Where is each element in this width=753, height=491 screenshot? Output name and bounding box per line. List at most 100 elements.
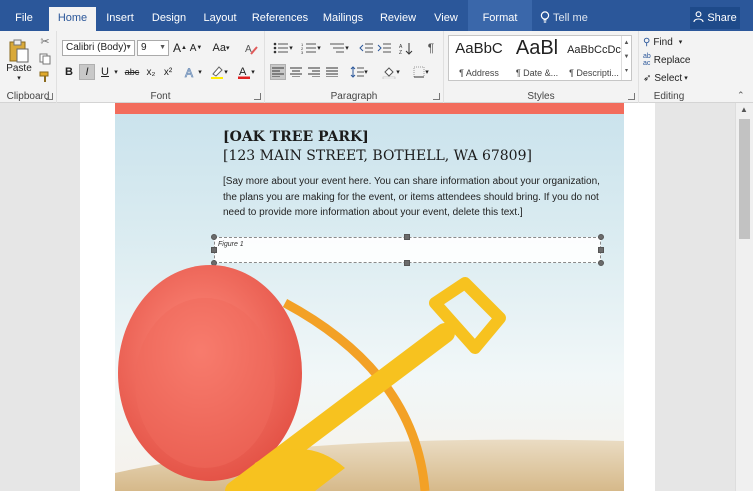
font-launcher-icon[interactable]: [254, 93, 261, 100]
person-icon: [693, 11, 704, 23]
subscript-button[interactable]: x₂: [143, 64, 159, 80]
styles-scroll[interactable]: ▲ ▼ ▾: [621, 36, 631, 80]
collapse-ribbon-icon[interactable]: ⌃: [737, 90, 745, 101]
paste-dropdown-icon: ▾: [17, 74, 21, 82]
ribbon-tab-bar: File Home Insert Design Layout Reference…: [0, 0, 753, 31]
paste-button[interactable]: Paste ▾: [3, 34, 35, 86]
resize-handle[interactable]: [211, 234, 217, 240]
cursor-icon: ➶: [643, 72, 652, 84]
tab-view[interactable]: View: [428, 0, 464, 31]
chevron-down-icon: ▼: [125, 44, 132, 51]
font-color-icon: A: [238, 66, 251, 79]
grow-font-button[interactable]: A ▲: [173, 40, 187, 56]
shrink-font-button[interactable]: A ▼: [189, 40, 203, 56]
clipboard-group: Paste ▾ ✂ Clipboard: [0, 31, 57, 103]
scroll-down-icon[interactable]: ▼: [622, 50, 631, 64]
svg-text:A: A: [239, 66, 247, 78]
tab-design[interactable]: Design: [148, 0, 190, 31]
align-center-button[interactable]: [288, 64, 304, 80]
replace-label: Replace: [653, 54, 691, 66]
line-spacing-button[interactable]: ▾: [346, 64, 372, 80]
tab-mailings[interactable]: Mailings: [318, 0, 368, 31]
font-name-select[interactable]: Calibri (Body) ▼: [62, 40, 135, 56]
replace-button[interactable]: ab ac Replace: [643, 53, 691, 67]
superscript-button[interactable]: x²: [160, 64, 176, 80]
resize-handle[interactable]: [404, 234, 410, 240]
more-styles-icon[interactable]: ▾: [622, 64, 631, 78]
title-band: [115, 103, 624, 114]
tab-format[interactable]: Format: [468, 0, 532, 31]
tab-review[interactable]: Review: [377, 0, 419, 31]
vertical-scrollbar[interactable]: ▲: [735, 103, 753, 491]
figure-caption[interactable]: Figure 1: [218, 241, 244, 248]
styles-launcher-icon[interactable]: [628, 93, 635, 100]
font-size-select[interactable]: 9 ▼: [137, 40, 169, 56]
scroll-thumb[interactable]: [739, 119, 750, 239]
resize-handle[interactable]: [598, 247, 604, 253]
organization-name[interactable]: [OAK TREE PARK]: [223, 129, 369, 145]
font-name-value: Calibri (Body): [66, 42, 127, 53]
strikethrough-button[interactable]: abc: [123, 64, 141, 80]
clipboard-launcher-icon[interactable]: [46, 93, 53, 100]
event-description[interactable]: [Say more about your event here. You can…: [223, 174, 603, 221]
decrease-indent-button[interactable]: [358, 40, 374, 56]
style-sample: AaBl: [515, 37, 559, 59]
numbering-button[interactable]: 1 2 3 ▾: [298, 40, 324, 56]
justify-button[interactable]: [324, 64, 340, 80]
decrease-indent-icon: [359, 43, 373, 53]
select-button[interactable]: ➶ Select ▾: [643, 71, 688, 85]
ribbon-home: Paste ▾ ✂ Clipboard Calibri (Body) ▼ 9 ▼ A…: [0, 31, 753, 103]
share-button[interactable]: Share: [690, 7, 740, 29]
svg-text:3: 3: [301, 50, 304, 54]
sort-button[interactable]: AZ: [398, 40, 414, 56]
tab-references[interactable]: References: [250, 0, 310, 31]
clear-formatting-button[interactable]: A: [243, 40, 259, 56]
font-color-button[interactable]: A ▾: [234, 64, 258, 80]
find-button[interactable]: ⚲ Find ▾: [643, 35, 682, 49]
copy-icon: [39, 53, 51, 65]
tab-home[interactable]: Home: [49, 7, 96, 31]
shrink-font-icon: A: [189, 42, 197, 54]
bold-button[interactable]: B: [62, 64, 76, 80]
style-description[interactable]: AaBbCcDc ¶ Descripti...: [566, 36, 622, 82]
resize-handle[interactable]: [211, 247, 217, 253]
align-right-icon: [308, 67, 320, 77]
shading-button[interactable]: ▾: [378, 64, 404, 80]
styles-gallery: AaBbC ¶ Address AaBl ¶ Date &... AaBbCcD…: [448, 35, 632, 81]
increase-indent-icon: [377, 43, 391, 53]
underline-button[interactable]: U: [98, 64, 112, 80]
highlight-button[interactable]: ▾: [208, 64, 230, 80]
style-date[interactable]: AaBl ¶ Date &...: [509, 36, 565, 82]
paragraph-launcher-icon[interactable]: [433, 93, 440, 100]
align-right-button[interactable]: [306, 64, 322, 80]
tab-layout[interactable]: Layout: [198, 0, 242, 31]
cut-button[interactable]: ✂: [38, 34, 52, 48]
style-name: ¶ Date &...: [515, 68, 559, 78]
text-effects-icon: A: [185, 66, 194, 79]
multilevel-list-button[interactable]: ▾: [326, 40, 352, 56]
tell-me-box[interactable]: Tell me: [540, 0, 588, 31]
tab-file[interactable]: File: [8, 0, 40, 31]
sort-icon: AZ: [399, 42, 413, 55]
copy-button[interactable]: [38, 52, 52, 66]
align-left-button[interactable]: [270, 64, 286, 80]
align-center-icon: [290, 67, 302, 77]
scroll-up-icon[interactable]: ▲: [622, 36, 631, 50]
borders-button[interactable]: ▾: [408, 64, 434, 80]
underline-dropdown-icon[interactable]: ▾: [112, 64, 120, 80]
text-effects-button[interactable]: A ▾: [183, 64, 203, 80]
event-address[interactable]: [123 MAIN STREET, BOTHELL, WA 67809]: [223, 148, 532, 164]
scroll-up-arrow-icon[interactable]: ▲: [740, 105, 748, 114]
paintbrush-icon: [39, 71, 49, 82]
resize-handle[interactable]: [598, 234, 604, 240]
tab-insert[interactable]: Insert: [100, 0, 140, 31]
tell-me-label: Tell me: [553, 12, 588, 24]
show-hide-marks-button[interactable]: ¶: [423, 40, 439, 56]
search-icon: ⚲: [643, 36, 651, 48]
bullets-button[interactable]: ▾: [270, 40, 296, 56]
increase-indent-button[interactable]: [376, 40, 392, 56]
format-painter-button[interactable]: [38, 70, 52, 84]
italic-button[interactable]: I: [79, 64, 95, 80]
style-address[interactable]: AaBbC ¶ Address: [451, 36, 507, 82]
change-case-button[interactable]: Aa ▾: [208, 40, 234, 56]
